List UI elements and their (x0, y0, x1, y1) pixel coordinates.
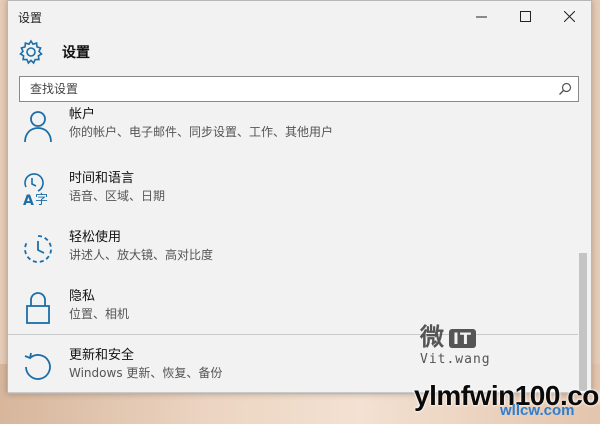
item-description: 位置、相机 (69, 307, 130, 321)
window-title: 设置 (18, 11, 43, 25)
gear-icon (19, 39, 43, 65)
scrollbar[interactable] (579, 113, 587, 391)
minimize-icon (475, 16, 487, 17)
item-label: 隐私 (69, 289, 96, 304)
watermark: 微 IT Vit.wang (420, 317, 491, 367)
list-item-ease-of-access[interactable]: 轻松使用 讲述人、放大镜、高对比度 (8, 224, 578, 280)
maximize-button[interactable] (503, 1, 547, 31)
ease-of-access-icon (24, 235, 52, 263)
item-description: 你的帐户、电子邮件、同步设置、工作、其他用户 (69, 125, 334, 139)
time-language-icon: A 字 (23, 173, 48, 207)
item-label: 帐户 (69, 107, 96, 122)
settings-list: 帐户 你的帐户、电子邮件、同步设置、工作、其他用户 A 字 时间和语言 语音、区… (8, 107, 578, 393)
search-box[interactable] (19, 76, 579, 102)
list-item-privacy[interactable]: 隐私 位置、相机 (8, 283, 578, 339)
settings-window: 设置 设置 查找设置 帐户 你的帐户、电子邮件、同步设置、工作、其他用户 A 字… (7, 0, 592, 394)
person-icon (24, 111, 52, 143)
scrollbar-thumb[interactable] (579, 253, 587, 391)
item-label: 时间和语言 (69, 171, 135, 186)
item-label: 轻松使用 (69, 230, 122, 245)
watermark-bottom: Vit.wang (420, 352, 491, 367)
search-icon[interactable] (558, 82, 572, 96)
item-description: Windows 更新、恢复、备份 (69, 366, 223, 380)
update-icon (24, 352, 51, 380)
minimize-button[interactable] (459, 1, 503, 31)
watermark-badge: IT (449, 328, 476, 348)
lock-icon (26, 292, 50, 324)
site-watermark-sub: wllcw.com (500, 402, 575, 419)
svg-text:A: A (23, 193, 34, 207)
svg-text:字: 字 (35, 193, 48, 207)
page-title: 设置 (62, 45, 90, 61)
item-label: 更新和安全 (69, 348, 135, 363)
list-divider (8, 334, 578, 335)
close-icon (563, 10, 575, 22)
close-button[interactable] (547, 1, 591, 31)
item-description: 讲述人、放大镜、高对比度 (69, 248, 214, 262)
title-bar: 设置 (8, 1, 591, 31)
settings-header: 设置 (18, 39, 90, 65)
item-description: 语音、区域、日期 (69, 189, 166, 203)
maximize-icon (519, 10, 531, 22)
watermark-top: 微 (420, 323, 445, 351)
list-item-time-language[interactable]: A 字 时间和语言 语音、区域、日期 (8, 165, 578, 221)
list-item-accounts[interactable]: 帐户 你的帐户、电子邮件、同步设置、工作、其他用户 (8, 107, 578, 157)
search-input[interactable] (30, 81, 550, 97)
